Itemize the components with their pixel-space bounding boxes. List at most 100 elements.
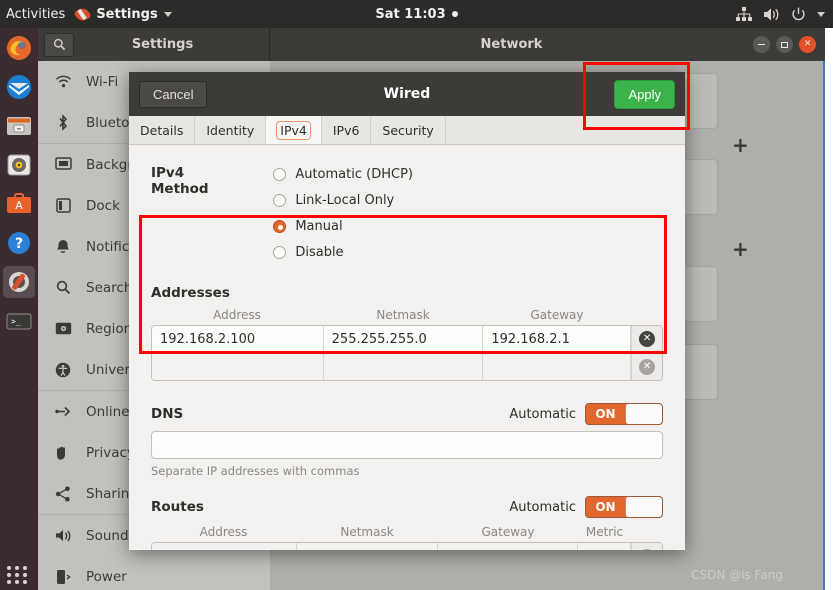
routes-header: Routes Automatic ON	[151, 496, 663, 518]
window-titlebar: Settings Network ✕	[38, 28, 825, 61]
dock-item-help[interactable]: ?	[3, 227, 35, 259]
dock-icon	[54, 198, 72, 213]
gateway-input[interactable]: 192.168.2.1	[483, 326, 632, 352]
radio-indicator	[273, 167, 287, 181]
dialog-tabs: Details Identity IPv4 IPv6 Security	[129, 116, 685, 145]
column-header-address: Address	[213, 308, 261, 322]
route-gateway-input[interactable]	[438, 543, 579, 550]
bell-icon	[54, 239, 72, 255]
dns-automatic-toggle-group: Automatic ON	[509, 403, 663, 425]
switch-knob	[624, 404, 662, 424]
delete-address-row-cell[interactable]: ✕	[631, 326, 662, 352]
radio-label: Disable	[295, 244, 344, 260]
system-status-area[interactable]	[736, 0, 825, 28]
dock-item-ubuntu-software[interactable]: A	[3, 188, 35, 220]
close-button[interactable]: ✕	[799, 36, 816, 53]
radio-indicator	[273, 245, 287, 259]
addresses-label: Addresses	[151, 285, 230, 301]
sidebar-item-power[interactable]: Power	[38, 556, 270, 590]
column-header-netmask: Netmask	[376, 308, 430, 322]
routes-section: Routes Automatic ON Address Netmask Gate…	[151, 496, 663, 550]
delete-route-row-cell[interactable]: ✕	[631, 543, 662, 550]
tab-security[interactable]: Security	[371, 116, 446, 144]
dialog-header: Cancel Wired Apply	[129, 72, 685, 116]
chevron-down-icon	[163, 11, 172, 17]
netmask-input[interactable]: 255.255.255.0	[323, 326, 484, 352]
radio-automatic-dhcp[interactable]: Automatic (DHCP)	[273, 161, 468, 187]
address-row: ✕	[152, 353, 662, 380]
dialog-title: Wired	[383, 86, 431, 102]
route-row: ✕	[152, 543, 662, 550]
activities-button[interactable]: Activities	[0, 7, 75, 22]
delete-row-icon[interactable]: ✕	[639, 548, 656, 550]
svg-text:>_: >_	[11, 317, 21, 326]
address-input[interactable]: 192.168.2.100	[152, 326, 324, 352]
app-menu-settings[interactable]: Settings	[75, 7, 172, 22]
settings-app-icon	[75, 7, 90, 22]
radio-manual[interactable]: Manual	[273, 213, 468, 239]
dock-item-terminal[interactable]: >_	[3, 305, 35, 337]
clock-menu[interactable]: Sat 11:03	[337, 7, 497, 22]
dock-item-rhythmbox[interactable]	[3, 149, 35, 181]
cancel-button[interactable]: Cancel	[139, 80, 208, 108]
power-icon	[791, 7, 806, 22]
show-applications-button[interactable]	[7, 566, 29, 584]
dns-hint: Separate IP addresses with commas	[151, 464, 360, 478]
accessibility-icon	[54, 362, 72, 378]
dns-automatic-switch[interactable]: ON	[585, 403, 663, 425]
addresses-table: 192.168.2.100 255.255.255.0 192.168.2.1 …	[151, 325, 663, 381]
dock-item-firefox[interactable]	[3, 32, 35, 64]
sidebar-item-label: Sound	[86, 527, 129, 544]
panel-title: Network	[480, 37, 543, 52]
power-icon	[54, 569, 72, 585]
wired-connection-dialog: Cancel Wired Apply Details Identity IPv4…	[129, 72, 685, 550]
radio-link-local-only[interactable]: Link-Local Only	[273, 187, 468, 213]
sidebar-item-label: Search	[86, 279, 133, 296]
system-menu-chevron-icon[interactable]	[817, 11, 825, 17]
svg-text:A: A	[15, 199, 23, 212]
dns-label: DNS	[151, 406, 184, 422]
column-header-netmask: Netmask	[340, 525, 394, 539]
dock-item-settings[interactable]	[3, 266, 35, 298]
sound-icon	[54, 528, 72, 543]
background-icon	[54, 157, 72, 172]
dock-item-files[interactable]	[3, 110, 35, 142]
routes-column-headers: Address Netmask Gateway Metric	[151, 525, 663, 542]
maximize-button[interactable]	[776, 36, 793, 53]
dock-item-thunderbird[interactable]	[3, 71, 35, 103]
routes-automatic-switch[interactable]: ON	[585, 496, 663, 518]
tab-details[interactable]: Details	[129, 116, 196, 144]
add-connection-button[interactable]: +	[732, 135, 749, 155]
tab-identity[interactable]: Identity	[195, 116, 267, 144]
sidebar-item-label: Dock	[86, 197, 120, 214]
delete-row-icon[interactable]: ✕	[639, 358, 656, 375]
column-header-address: Address	[199, 525, 248, 539]
notification-dot-icon	[451, 11, 458, 17]
watermark: CSDN @ls Fang	[691, 568, 783, 582]
minimize-button[interactable]	[753, 36, 770, 53]
dns-automatic-label: Automatic	[509, 406, 576, 422]
route-metric-input[interactable]	[578, 543, 632, 550]
radio-disable[interactable]: Disable	[273, 239, 468, 265]
search-button[interactable]	[44, 32, 74, 57]
tab-label: Details	[140, 122, 184, 138]
route-netmask-input[interactable]	[296, 543, 439, 550]
dns-servers-input[interactable]	[151, 431, 663, 459]
address-input[interactable]	[152, 353, 324, 380]
route-address-input[interactable]	[152, 543, 297, 550]
gnome-top-bar: Activities Settings Sat 11:03	[0, 0, 833, 28]
network-wired-icon	[736, 6, 752, 22]
delete-address-row-cell[interactable]: ✕	[631, 353, 662, 380]
apply-button[interactable]: Apply	[614, 79, 675, 109]
add-vpn-button[interactable]: +	[732, 239, 749, 259]
gateway-input[interactable]	[483, 353, 632, 380]
delete-row-icon[interactable]: ✕	[639, 331, 656, 347]
share-icon	[54, 486, 72, 502]
radio-indicator	[273, 193, 287, 207]
tab-ipv6[interactable]: IPv6	[322, 116, 372, 144]
tab-ipv4[interactable]: IPv4	[266, 116, 322, 144]
routes-automatic-toggle-group: Automatic ON	[509, 496, 663, 518]
netmask-input[interactable]	[323, 353, 484, 380]
ubuntu-dock: A ? >_	[0, 28, 38, 590]
column-header-metric: Metric	[585, 525, 624, 539]
